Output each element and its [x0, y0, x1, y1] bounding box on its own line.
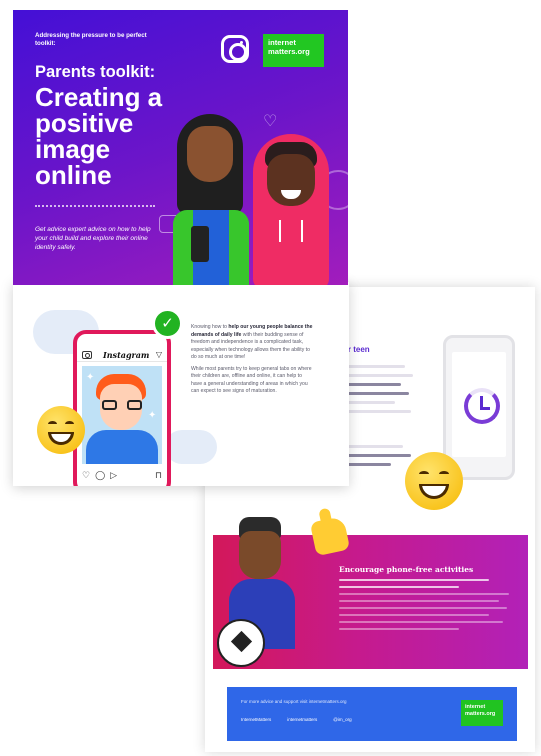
camera-icon	[82, 351, 92, 359]
instagram-link[interactable]: internetmatters	[287, 717, 317, 722]
football-icon	[217, 619, 265, 667]
instagram-wordmark: Instagram	[103, 350, 150, 360]
laughing-emoji-icon	[37, 406, 85, 454]
faded-text-block	[345, 365, 415, 472]
comment-icon: ◯	[95, 470, 106, 480]
internet-matters-logo: internet matters.org	[263, 34, 324, 67]
heart-icon: ♡	[263, 113, 278, 130]
second-paragraph: While most parents try to keep general t…	[191, 365, 312, 395]
inner-page: Instagram ▽ ✦ ✦ ♡ ◯ ▷ ⊓ ✓ Knowing how to h…	[13, 282, 349, 486]
cover-description: Get advice expert advice on how to help …	[35, 226, 151, 251]
internet-matters-logo-small: internet matters.org	[461, 700, 503, 726]
clock-icon	[464, 388, 500, 424]
cover-title: Creating a positive image online	[35, 82, 163, 190]
post-actions: ♡ ◯ ▷ ⊓	[82, 470, 164, 481]
footer-band: For more advice and support visit intern…	[227, 687, 517, 741]
bookmark-icon: ⊓	[154, 470, 162, 480]
thumbs-up-icon	[309, 515, 351, 557]
phone-illustration	[443, 335, 515, 480]
profile-photo: ✦ ✦	[82, 366, 162, 464]
cover-title-small: Parents toolkit:	[35, 63, 156, 81]
instagram-icon	[221, 35, 249, 63]
share-icon: ▷	[110, 470, 118, 480]
girl-with-phone-illustration	[173, 114, 251, 285]
laughing-emoji-icon	[405, 452, 463, 510]
toolkit-cover: Addressing the pressure to be perfect to…	[13, 10, 348, 285]
sparkle-icon: ✦	[86, 372, 95, 383]
twitter-link[interactable]: @im_org	[333, 717, 351, 722]
heart-icon: ♡	[82, 470, 91, 480]
phone-icon	[191, 226, 209, 262]
section-heading: Encourage phone-free activities	[339, 565, 474, 574]
send-icon: ▽	[155, 350, 162, 359]
instagram-phone-illustration: Instagram ▽ ✦ ✦ ♡ ◯ ▷ ⊓	[73, 330, 171, 486]
cover-kicker: Addressing the pressure to be perfect to…	[35, 32, 147, 48]
intro-paragraph: Knowing how to help our young people bal…	[191, 324, 313, 361]
girl-in-hoodie-illustration	[253, 134, 329, 285]
check-icon: ✓	[152, 308, 183, 339]
cloud-icon	[165, 430, 217, 464]
footer-text: For more advice and support visit intern…	[241, 699, 347, 704]
section-body-text	[339, 579, 515, 635]
instagram-top-bar: Instagram ▽	[77, 348, 167, 362]
facebook-link[interactable]: InternetMatters	[241, 717, 271, 722]
social-links: InternetMatters internetmatters @im_org	[241, 717, 352, 722]
glasses-icon	[102, 400, 142, 410]
dotted-divider	[35, 205, 155, 207]
inner-page-text: Knowing how to help our young people bal…	[191, 324, 313, 400]
sparkle-icon: ✦	[148, 410, 157, 421]
